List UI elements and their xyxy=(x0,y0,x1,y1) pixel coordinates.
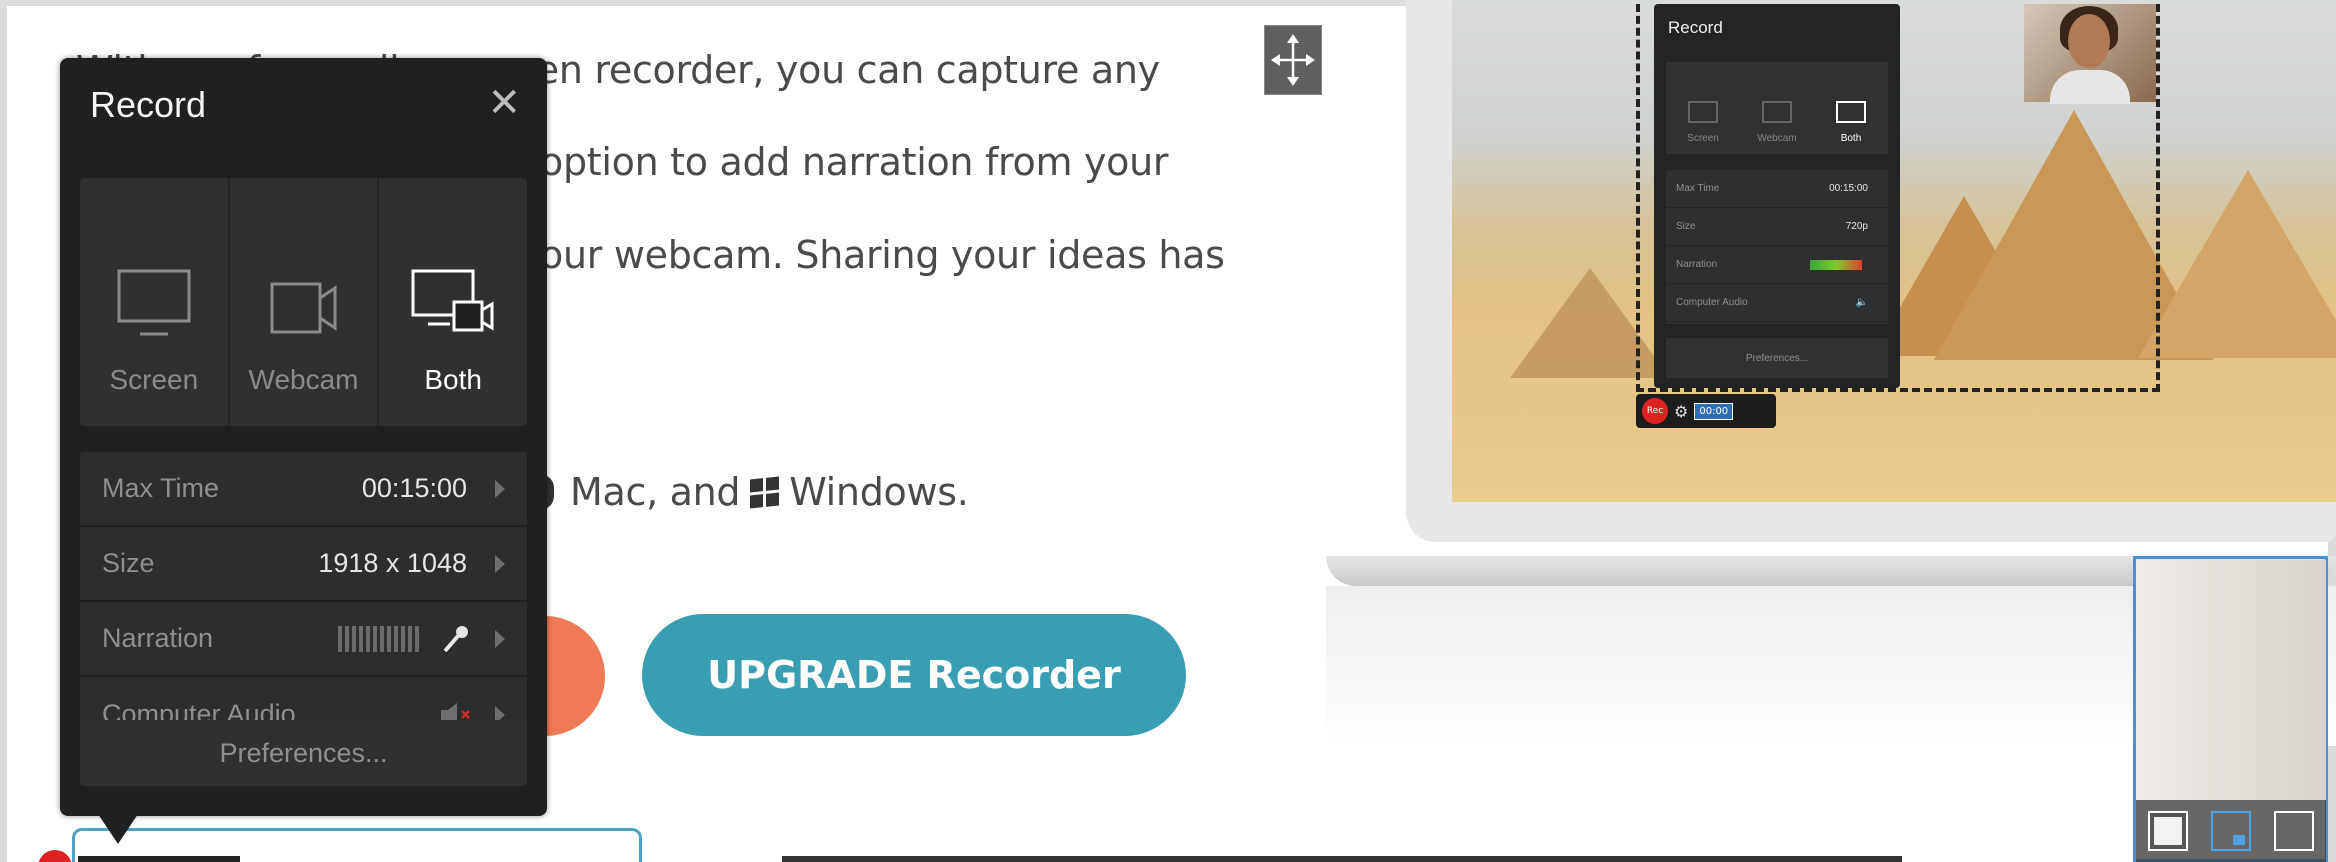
preview-preferences: Preferences... xyxy=(1666,338,1888,378)
article-line-2: option to add narration from your xyxy=(540,140,1169,184)
mode-screen-button[interactable]: Screen xyxy=(80,178,230,426)
left-border xyxy=(0,0,7,862)
setting-size[interactable]: Size 1918 x 1048 xyxy=(80,527,527,602)
chevron-right-icon xyxy=(495,479,505,498)
bottom-toolbar-strip xyxy=(78,856,240,862)
preview-row-value: 720p xyxy=(1845,221,1868,232)
webcam-person-face xyxy=(2068,14,2110,68)
preview-row-label: Max Time xyxy=(1676,183,1720,194)
preview-row-computer-audio: Computer Audio 🔈 xyxy=(1666,284,1888,322)
monitor-icon xyxy=(117,269,191,336)
preview-row-label: Narration xyxy=(1676,259,1718,270)
mode-both-button[interactable]: Both xyxy=(379,178,527,426)
preview-panel-title: Record xyxy=(1668,18,1723,37)
preview-record-bar: Rec ⚙ 00:00 xyxy=(1636,394,1776,428)
webcam-preview-thumbnail xyxy=(2024,4,2156,104)
webcam-thumbnail-image xyxy=(2136,560,2326,800)
monitor-webcam-icon xyxy=(1836,101,1866,123)
gear-icon: ⚙ xyxy=(1674,401,1689,421)
webcam-icon xyxy=(270,282,336,334)
preview-row-narration: Narration xyxy=(1666,246,1888,284)
preview-row-label: Size xyxy=(1676,221,1696,232)
chevron-right-icon xyxy=(495,554,505,573)
article-line-4: Mac, and Windows. xyxy=(540,470,969,514)
preview-mode-label: Webcam xyxy=(1757,133,1797,144)
mode-label: Both xyxy=(424,364,482,395)
pyramid-right xyxy=(2138,170,2336,358)
setting-value: 00:15:00 xyxy=(361,473,467,503)
chevron-right-icon xyxy=(495,629,505,648)
mode-label: Webcam xyxy=(248,364,359,395)
webcam-icon xyxy=(1762,101,1792,123)
preview-record-panel: Record Screen Webcam Both Max Time 00:15:… xyxy=(1654,4,1900,388)
preview-row-value: 00:15:00 xyxy=(1829,183,1868,194)
mode-label: Screen xyxy=(109,364,199,395)
preview-rec-button: Rec xyxy=(1642,398,1668,424)
article-line-3: our webcam. Sharing your ideas has xyxy=(540,233,1225,277)
audio-level-meter xyxy=(1810,259,1862,270)
preview-row-max-time: Max Time 00:15:00 xyxy=(1666,170,1888,208)
preview-mode-screen: Screen xyxy=(1666,62,1740,154)
preview-row-size: Size 720p xyxy=(1666,208,1888,246)
speaker-icon: 🔈 xyxy=(1855,297,1868,308)
record-panel: Record ✕ Screen Webcam Both Max Time 00:… xyxy=(60,58,547,844)
record-settings: Max Time 00:15:00 Size 1918 x 1048 Narra… xyxy=(80,452,527,752)
move-arrows-icon xyxy=(1271,34,1315,86)
setting-value: 1918 x 1048 xyxy=(318,548,467,578)
upgrade-recorder-button[interactable]: UPGRADE Recorder xyxy=(642,614,1186,736)
record-dot-icon[interactable] xyxy=(38,850,72,862)
view-hide-icon[interactable] xyxy=(2274,811,2315,851)
preview-modes: Screen Webcam Both xyxy=(1666,62,1888,154)
setting-narration[interactable]: Narration xyxy=(80,602,527,677)
monitor-webcam-icon xyxy=(411,269,494,332)
monitor-icon xyxy=(1688,101,1718,123)
panel-pointer-arrow xyxy=(98,814,138,844)
preview-mode-label: Screen xyxy=(1687,133,1719,144)
webcam-person-shirt xyxy=(2050,70,2130,104)
setting-max-time[interactable]: Max Time 00:15:00 xyxy=(80,452,527,527)
preview-timer: 00:00 xyxy=(1694,402,1734,420)
preview-mode-label: Both xyxy=(1840,133,1862,144)
preview-row-label: Computer Audio xyxy=(1676,297,1748,308)
preview-mode-webcam: Webcam xyxy=(1740,62,1814,154)
move-handle-icon[interactable] xyxy=(1264,25,1322,95)
preview-mode-both: Both xyxy=(1814,62,1888,154)
setting-label: Narration xyxy=(102,623,214,653)
thumbnail-view-controls xyxy=(2136,800,2326,862)
mode-webcam-button[interactable]: Webcam xyxy=(230,178,380,426)
mac-text: Mac, and xyxy=(570,470,741,514)
setting-label: Max Time xyxy=(102,473,220,503)
record-panel-title: Record xyxy=(90,84,207,125)
view-fullscreen-icon[interactable] xyxy=(2147,811,2188,851)
setting-label: Size xyxy=(102,548,155,578)
windows-text: Windows. xyxy=(789,470,969,514)
microphone-icon xyxy=(443,625,468,652)
bottom-toolbar-strip-2 xyxy=(782,856,1902,862)
view-picture-in-picture-icon[interactable] xyxy=(2210,811,2251,851)
windows-logo-icon xyxy=(750,475,780,509)
preview-settings: Max Time 00:15:00 Size 720p Narration Comp… xyxy=(1666,170,1888,324)
preferences-button[interactable]: Preferences... xyxy=(80,720,527,786)
close-icon[interactable]: ✕ xyxy=(487,80,521,126)
capture-mode-selector: Screen Webcam Both xyxy=(80,178,527,426)
narration-level-meter xyxy=(338,625,419,652)
